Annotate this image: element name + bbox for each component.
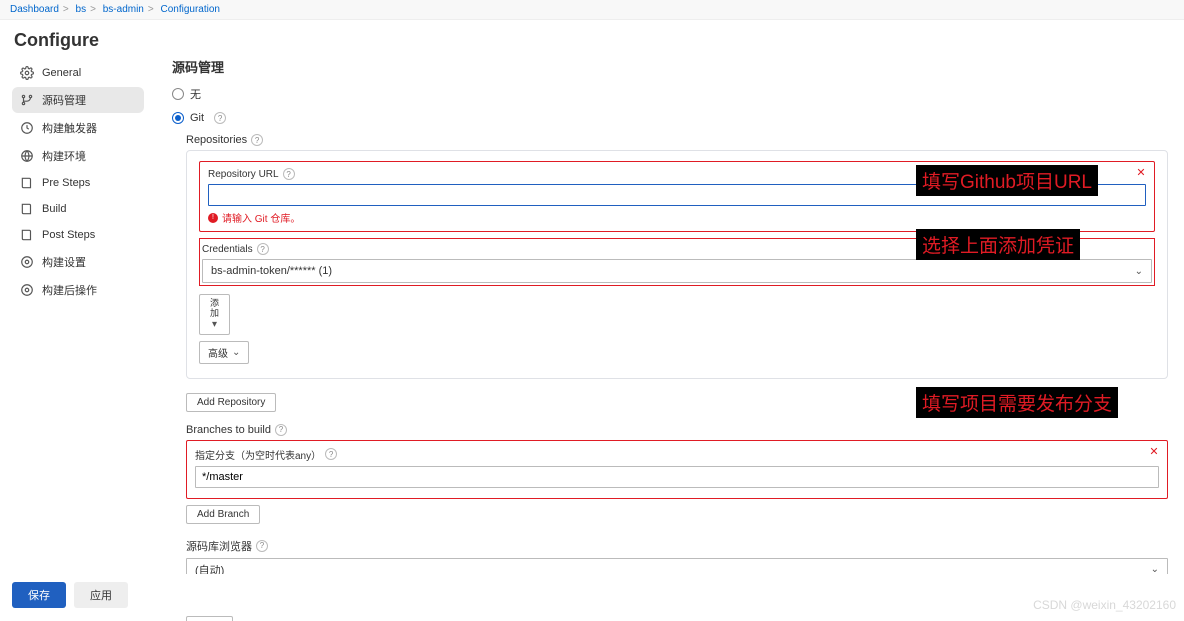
sidebar-item-label: 构建环境	[42, 148, 86, 164]
gear-icon	[20, 283, 34, 297]
scm-section-title: 源码管理	[172, 57, 1168, 76]
gear-icon	[20, 66, 34, 80]
help-icon[interactable]: ?	[325, 448, 337, 460]
sidebar-item-settings[interactable]: 构建设置	[12, 249, 144, 275]
add-credentials-button[interactable]: 添加▾	[199, 294, 230, 335]
add-branch-button[interactable]: Add Branch	[186, 505, 260, 524]
branch-icon	[20, 93, 34, 107]
branch-spec-label: 指定分支（为空时代表any）?	[195, 447, 1159, 462]
help-icon[interactable]: ?	[283, 168, 295, 180]
save-button[interactable]: 保存	[12, 582, 66, 608]
repo-browser-label: 源码库浏览器?	[186, 538, 1168, 554]
breadcrumb-item[interactable]: Configuration	[161, 4, 220, 15]
help-icon[interactable]: ?	[214, 112, 226, 124]
chevron-down-icon: ⌄	[232, 347, 240, 358]
annotation: 选择上面添加凭证	[916, 229, 1080, 260]
help-icon[interactable]: ?	[251, 134, 263, 146]
page-title: Configure	[0, 20, 1184, 57]
sidebar: General 源码管理 构建触发器 构建环境 Pre Steps Build …	[0, 57, 156, 621]
radio-icon	[172, 88, 184, 100]
branches-label: Branches to build?	[186, 424, 1168, 436]
breadcrumb-item[interactable]: bs-admin	[103, 4, 144, 15]
chevron-down-icon: ▾	[212, 319, 217, 330]
error-icon: !	[208, 213, 218, 223]
help-icon[interactable]: ?	[256, 540, 268, 552]
scm-option-git[interactable]: Git?	[172, 112, 1168, 124]
globe-icon	[20, 149, 34, 163]
book-icon	[20, 228, 34, 242]
sidebar-item-postbuild[interactable]: 构建后操作	[12, 277, 144, 303]
watermark: CSDN @weixin_43202160	[1033, 598, 1176, 612]
sidebar-item-general[interactable]: General	[12, 61, 144, 85]
apply-button[interactable]: 应用	[74, 582, 128, 608]
main-content: 源码管理 无 Git? Repositories? ✕ Repository U…	[156, 57, 1184, 621]
gear-icon	[20, 255, 34, 269]
sidebar-item-label: Pre Steps	[42, 177, 90, 189]
help-icon[interactable]: ?	[275, 424, 287, 436]
breadcrumb-item[interactable]: Dashboard	[10, 4, 59, 15]
branch-spec-input[interactable]	[195, 466, 1159, 488]
sidebar-item-build[interactable]: Build	[12, 197, 144, 221]
sidebar-item-presteps[interactable]: Pre Steps	[12, 171, 144, 195]
annotation: 填写项目需要发布分支	[916, 387, 1118, 418]
sidebar-item-label: Post Steps	[42, 229, 95, 241]
add-repository-button[interactable]: Add Repository	[186, 393, 276, 412]
add-behaviour-button[interactable]: 新增▾	[186, 616, 233, 621]
help-icon[interactable]: ?	[257, 243, 269, 255]
sidebar-item-label: 源码管理	[42, 92, 86, 108]
book-icon	[20, 202, 34, 216]
radio-label: Git	[190, 112, 204, 124]
sidebar-item-label: Build	[42, 203, 66, 215]
repo-url-error: !请输入 Git 仓库。	[208, 210, 1146, 225]
close-icon[interactable]: ✕	[1147, 445, 1161, 459]
sidebar-item-scm[interactable]: 源码管理	[12, 87, 144, 113]
bottom-bar: 保存 应用	[0, 574, 1184, 616]
annotation: 填写Github项目URL	[916, 165, 1098, 196]
breadcrumb-item[interactable]: bs	[76, 4, 87, 15]
sidebar-item-label: 构建设置	[42, 254, 86, 270]
radio-icon	[172, 112, 184, 124]
sidebar-item-triggers[interactable]: 构建触发器	[12, 115, 144, 141]
branch-spec-group: ✕ 指定分支（为空时代表any）?	[186, 440, 1168, 499]
chevron-down-icon: ⌄	[1135, 266, 1143, 277]
scm-option-none[interactable]: 无	[172, 86, 1168, 102]
sidebar-item-label: 构建后操作	[42, 282, 97, 298]
breadcrumb: Dashboard> bs> bs-admin> Configuration	[0, 0, 1184, 20]
sidebar-item-label: General	[42, 67, 81, 79]
repositories-label: Repositories?	[186, 134, 1168, 146]
clock-icon	[20, 121, 34, 135]
close-icon[interactable]: ✕	[1134, 166, 1148, 180]
sidebar-item-label: 构建触发器	[42, 120, 97, 136]
advanced-button[interactable]: 高级⌄	[199, 341, 249, 364]
radio-label: 无	[190, 86, 201, 102]
sidebar-item-env[interactable]: 构建环境	[12, 143, 144, 169]
credentials-select[interactable]: bs-admin-token/****** (1)⌄	[202, 259, 1152, 283]
sidebar-item-poststeps[interactable]: Post Steps	[12, 223, 144, 247]
book-icon	[20, 176, 34, 190]
